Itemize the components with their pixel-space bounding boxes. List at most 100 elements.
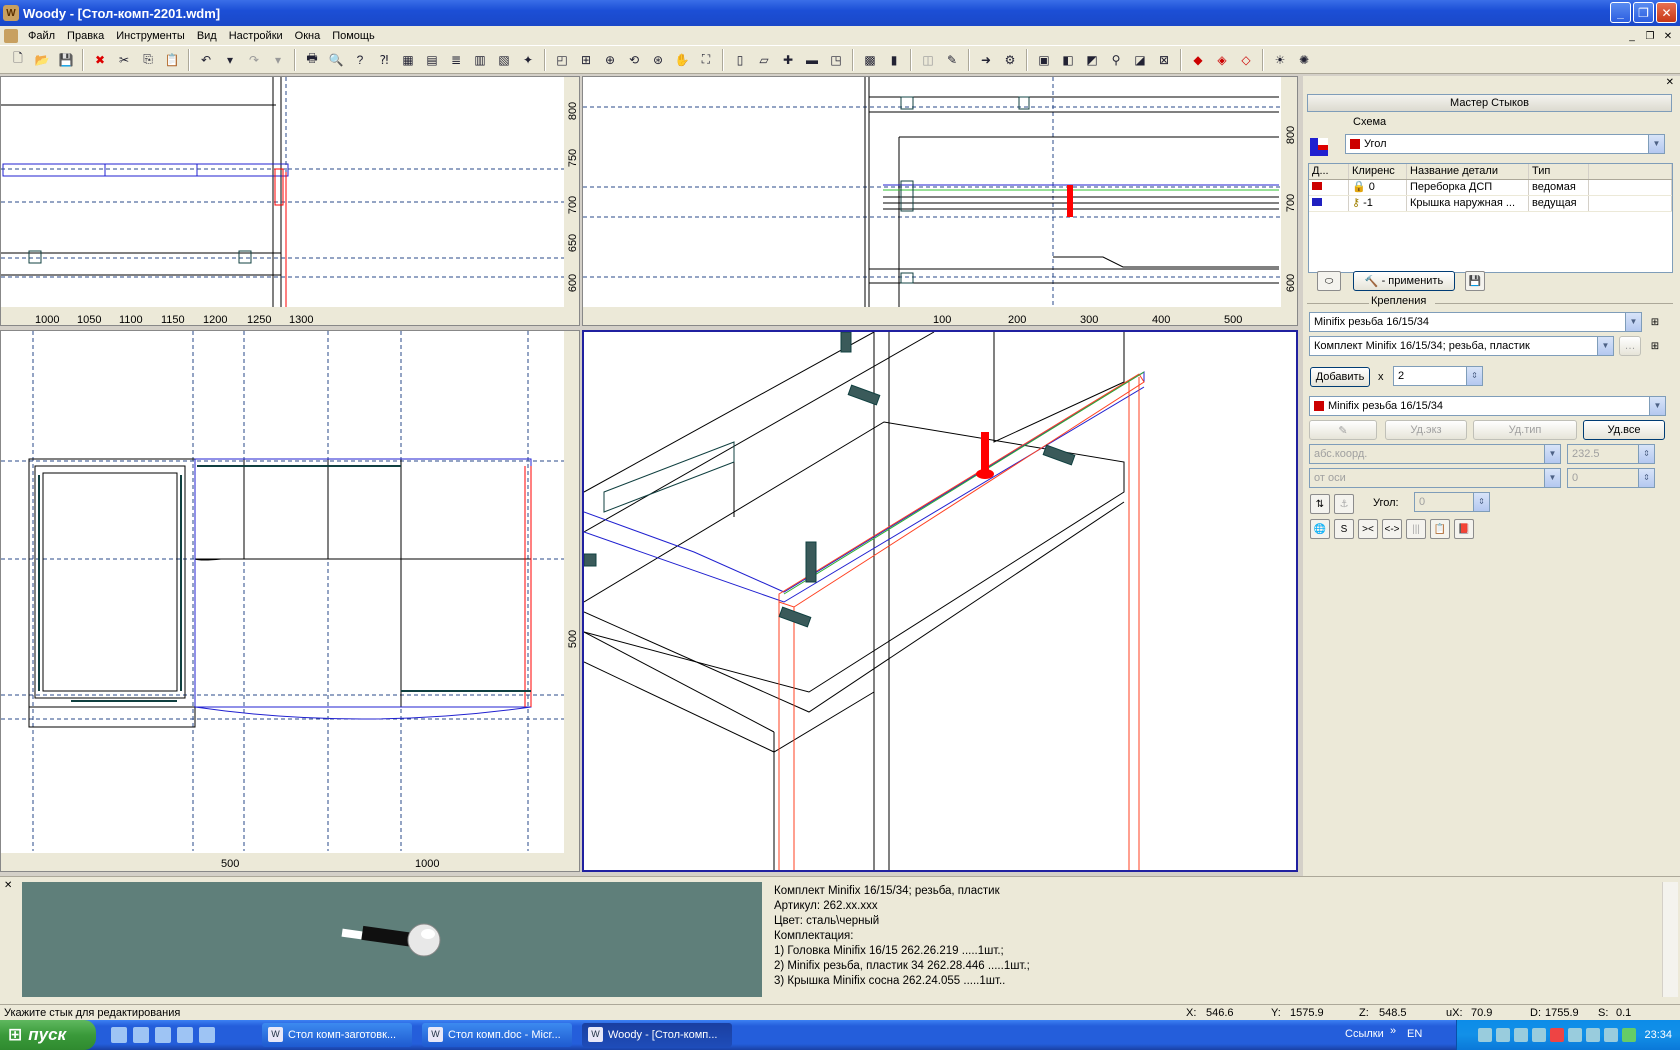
- delete-all-button[interactable]: Уд.все: [1583, 420, 1665, 440]
- flip-icon[interactable]: ⇅: [1310, 494, 1330, 514]
- tray-app2-icon[interactable]: [1604, 1028, 1619, 1042]
- structure-icon[interactable]: ⚙: [999, 49, 1021, 71]
- tree-icon[interactable]: ⊞: [1647, 312, 1663, 332]
- pan-hand-icon[interactable]: ✋: [671, 49, 693, 71]
- open-folder-icon[interactable]: 📂: [31, 49, 53, 71]
- materials-icon[interactable]: ▥: [469, 49, 491, 71]
- mode-center-button[interactable]: ><: [1358, 519, 1378, 539]
- coord-mode-select[interactable]: абс.коорд. ▼: [1309, 444, 1561, 464]
- cut-icon[interactable]: ✂: [113, 49, 135, 71]
- scheme-select[interactable]: Угол ▼: [1345, 134, 1665, 154]
- col-header-part-name[interactable]: Название детали: [1407, 164, 1529, 179]
- col-header-d[interactable]: Д...: [1309, 164, 1349, 179]
- color-icon[interactable]: ▩: [859, 49, 881, 71]
- viewport-3d[interactable]: [582, 330, 1298, 872]
- lock-icon[interactable]: 🔒: [1352, 181, 1366, 193]
- chevron-down-icon[interactable]: ▼: [1544, 469, 1560, 487]
- spinner-icon[interactable]: ⇕: [1466, 367, 1482, 385]
- menu-windows[interactable]: Окна: [289, 30, 327, 42]
- more-button[interactable]: …: [1619, 336, 1641, 356]
- copy-icon[interactable]: ⎘: [137, 49, 159, 71]
- wand-icon[interactable]: ✦: [517, 49, 539, 71]
- title-bar[interactable]: W Woody - [Стол-комп-2201.wdm] _ ❐ ✕: [0, 0, 1680, 26]
- joint-red2-icon[interactable]: ◈: [1211, 49, 1233, 71]
- print-icon[interactable]: 🖶: [301, 49, 323, 71]
- count-input[interactable]: 2 ⇕: [1393, 366, 1483, 386]
- language-indicator[interactable]: EN: [1407, 1028, 1422, 1040]
- bars-icon[interactable]: |||: [1406, 519, 1426, 539]
- info-close-icon[interactable]: ✕: [4, 880, 12, 891]
- viewport-top[interactable]: 500 1000 500: [0, 330, 580, 872]
- network-icon[interactable]: [1478, 1028, 1493, 1042]
- chevron-down-icon[interactable]: ▼: [1544, 445, 1560, 463]
- clock[interactable]: 23:34: [1644, 1029, 1672, 1041]
- orbit-icon[interactable]: ⊛: [647, 49, 669, 71]
- delete-type-button[interactable]: Уд.тип: [1473, 420, 1577, 440]
- view-3d-icon[interactable]: ◧: [1057, 49, 1079, 71]
- dimension-icon[interactable]: ⊠: [1153, 49, 1175, 71]
- menu-edit[interactable]: Правка: [61, 30, 110, 42]
- axis-value-input[interactable]: 0 ⇕: [1567, 468, 1655, 488]
- task-button-word1[interactable]: W Стол комп-заготовк...: [262, 1023, 412, 1047]
- view-front-icon[interactable]: ▣: [1033, 49, 1055, 71]
- show-desktop-icon[interactable]: [111, 1027, 127, 1043]
- drawer-icon[interactable]: ▬: [801, 49, 823, 71]
- book-icon[interactable]: 📕: [1454, 519, 1474, 539]
- tray-app3-icon[interactable]: [1622, 1028, 1637, 1042]
- spinner-icon[interactable]: ⇕: [1638, 469, 1654, 487]
- maximize-button[interactable]: ❐: [1633, 2, 1654, 23]
- volume-icon[interactable]: [1496, 1028, 1511, 1042]
- paste-icon[interactable]: 📋: [161, 49, 183, 71]
- fastener-select[interactable]: Minifix резьба 16/15/34 ▼: [1309, 312, 1642, 332]
- media-icon[interactable]: [177, 1027, 193, 1043]
- table-row[interactable]: 🔒 0 Переборка ДСП ведомая: [1309, 180, 1672, 196]
- redo-list-icon[interactable]: ▾: [267, 49, 289, 71]
- mdi-minimize-icon[interactable]: _: [1624, 29, 1640, 43]
- view-shade-icon[interactable]: ◩: [1081, 49, 1103, 71]
- chevron-down-icon[interactable]: ▼: [1649, 397, 1665, 415]
- select-icon[interactable]: ◰: [551, 49, 573, 71]
- help-icon[interactable]: ?: [349, 49, 371, 71]
- fastener-instance-select[interactable]: Minifix резьба 16/15/34 ▼: [1309, 396, 1666, 416]
- menu-file[interactable]: Файл: [22, 30, 61, 42]
- library-icon[interactable]: ▦: [397, 49, 419, 71]
- fastener-kit-select[interactable]: Комплект Minifix 16/15/34; резьба, пласт…: [1309, 336, 1614, 356]
- cross-icon[interactable]: ✚: [777, 49, 799, 71]
- add-button[interactable]: Добавить: [1310, 367, 1370, 387]
- zoom-window-icon[interactable]: ⊞: [575, 49, 597, 71]
- ie-icon[interactable]: [155, 1027, 171, 1043]
- links-toolbar[interactable]: Ссылки: [1345, 1028, 1384, 1040]
- menu-settings[interactable]: Настройки: [223, 30, 289, 42]
- folder-icon[interactable]: [1532, 1028, 1547, 1042]
- menu-help[interactable]: Помощь: [326, 30, 381, 42]
- eraser-icon[interactable]: ⬭: [1317, 271, 1341, 291]
- tray-app-icon[interactable]: [1568, 1028, 1583, 1042]
- mdi-close-icon[interactable]: ✕: [1660, 29, 1676, 43]
- export-icon[interactable]: ➜: [975, 49, 997, 71]
- doc-icon[interactable]: [4, 28, 18, 43]
- mdi-restore-icon[interactable]: ❐: [1642, 29, 1658, 43]
- wire-icon[interactable]: ◪: [1129, 49, 1151, 71]
- undo-list-icon[interactable]: ▾: [219, 49, 241, 71]
- anchor-icon[interactable]: ⚓: [1334, 494, 1354, 514]
- menu-tools[interactable]: Инструменты: [110, 30, 191, 42]
- info-scrollbar[interactable]: [1662, 882, 1678, 997]
- save-icon[interactable]: 💾: [55, 49, 77, 71]
- layers-icon[interactable]: ≣: [445, 49, 467, 71]
- key-icon[interactable]: ⚷: [1352, 197, 1360, 209]
- browser-icon[interactable]: [133, 1027, 149, 1043]
- panel-flat-icon[interactable]: ▱: [753, 49, 775, 71]
- delete-instance-button[interactable]: Уд.экз: [1385, 420, 1467, 440]
- col-header-clearance[interactable]: Клиренс: [1349, 164, 1407, 179]
- edge-icon[interactable]: ◳: [825, 49, 847, 71]
- angle-input[interactable]: 0 ⇕: [1414, 492, 1490, 512]
- save-joint-icon[interactable]: 💾: [1465, 271, 1485, 291]
- apply-button[interactable]: 🔨 - применить: [1353, 271, 1455, 291]
- chevron-down-icon[interactable]: ▼: [1597, 337, 1613, 355]
- table-row[interactable]: ⚷ -1 Крышка наружная ... ведущая: [1309, 196, 1672, 212]
- minimize-button[interactable]: _: [1610, 2, 1631, 23]
- task-button-word2[interactable]: W Стол комп.doc - Micr...: [422, 1023, 572, 1047]
- panel-icon[interactable]: ▯: [729, 49, 751, 71]
- links-chevron-icon[interactable]: »: [1390, 1025, 1396, 1037]
- pin-icon[interactable]: ⚲: [1105, 49, 1127, 71]
